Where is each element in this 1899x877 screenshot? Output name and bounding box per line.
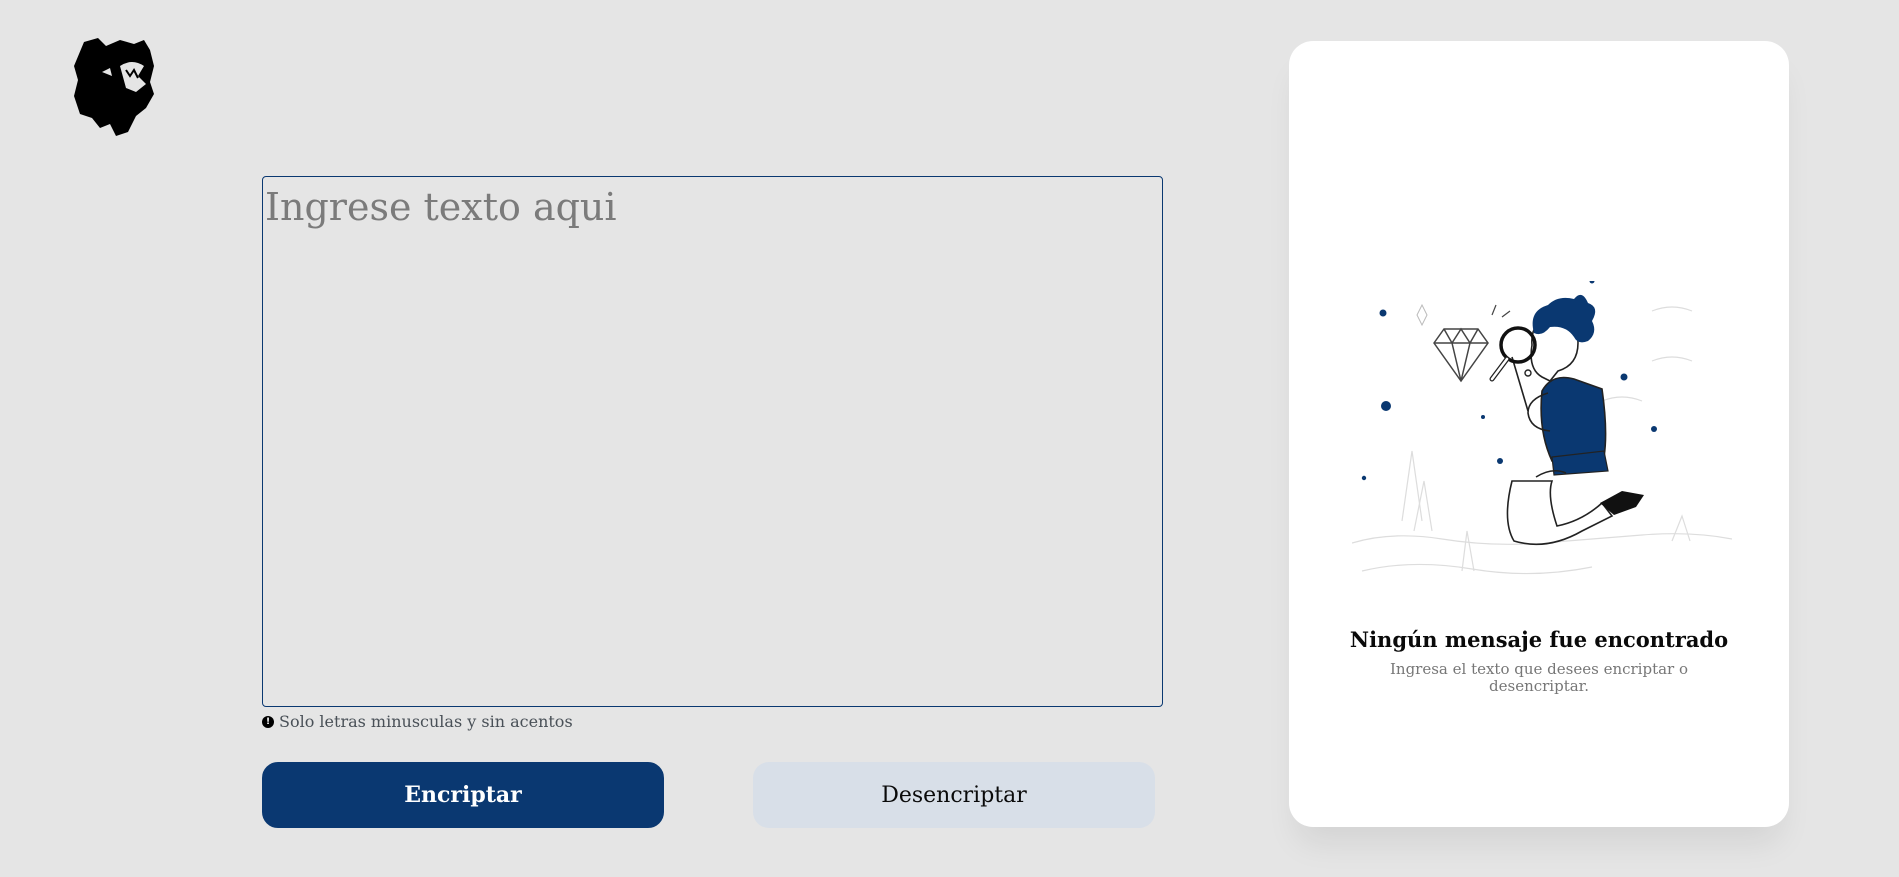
exclamation-circle-icon: ! (262, 715, 274, 728)
hint-text: Solo letras minusculas y sin acentos (279, 712, 573, 731)
encrypt-button[interactable]: Encriptar (262, 762, 664, 828)
result-panel: Ningún mensaje fue encontrado Ingresa el… (1289, 41, 1789, 827)
input-hint: ! Solo letras minusculas y sin acentos (262, 712, 573, 731)
empty-state-subtitle: Ingresa el texto que desees encriptar o … (1389, 660, 1689, 695)
searching-person-illustration (1351, 278, 1733, 621)
bear-logo-icon (72, 36, 156, 136)
input-textarea[interactable] (262, 176, 1163, 707)
decrypt-button[interactable]: Desencriptar (753, 762, 1155, 828)
empty-state-title: Ningún mensaje fue encontrado (1349, 627, 1729, 652)
